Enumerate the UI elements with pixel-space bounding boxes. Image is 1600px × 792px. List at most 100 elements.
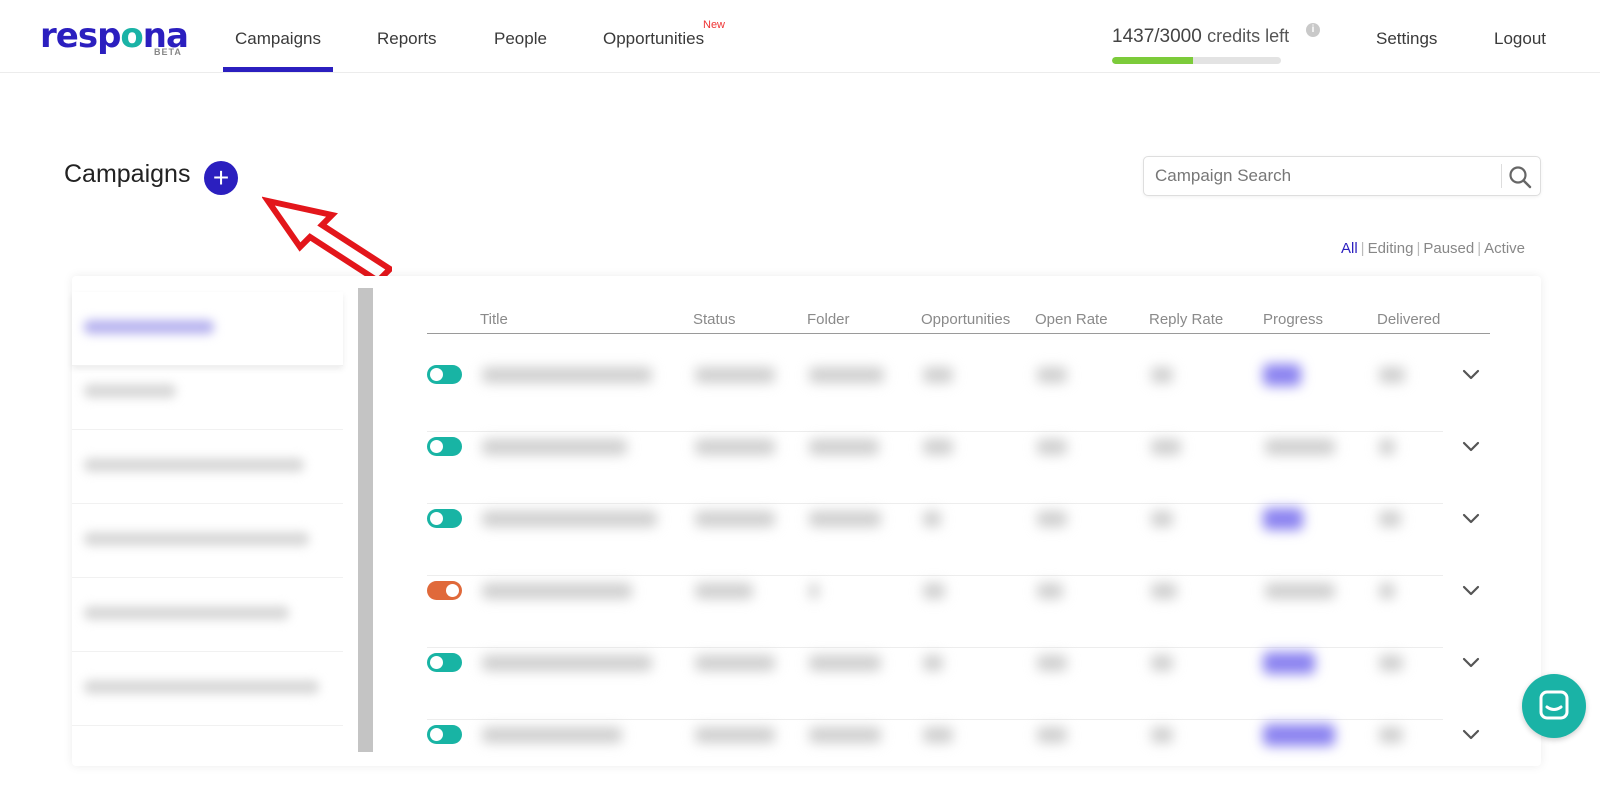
- opportunities-redacted: [923, 439, 953, 455]
- chevron-down-icon[interactable]: [1459, 362, 1483, 386]
- campaign-toggle[interactable]: [427, 581, 462, 600]
- progress-redacted: [1263, 652, 1315, 674]
- reply-rate-redacted: [1151, 511, 1173, 527]
- reply-rate-redacted: [1151, 583, 1177, 599]
- open-rate-redacted: [1037, 439, 1067, 455]
- progress-redacted: [1263, 508, 1303, 530]
- open-rate-redacted: [1037, 367, 1067, 383]
- annotation-arrow-icon: [262, 196, 392, 285]
- opportunities-redacted: [923, 511, 941, 527]
- add-campaign-button[interactable]: +: [204, 161, 238, 195]
- open-rate-redacted: [1037, 583, 1063, 599]
- status-redacted: [695, 727, 775, 743]
- credits-progress-fill: [1112, 57, 1193, 64]
- nav-campaigns[interactable]: Campaigns: [235, 29, 321, 49]
- status-redacted: [695, 511, 775, 527]
- column-header-status[interactable]: Status: [693, 311, 736, 328]
- column-header-delivered[interactable]: Delivered: [1377, 311, 1440, 328]
- folder-item[interactable]: [72, 356, 343, 430]
- reply-rate-redacted: [1151, 367, 1173, 383]
- credits-readout: 1437/3000 credits left: [1112, 26, 1290, 47]
- folder-item[interactable]: [72, 578, 343, 652]
- campaign-toggle[interactable]: [427, 509, 462, 528]
- folder-redacted: [809, 655, 881, 671]
- folder-item[interactable]: [72, 504, 343, 578]
- title-redacted: [482, 439, 627, 455]
- delivered-redacted: [1379, 439, 1395, 455]
- filter-separator: |: [1416, 240, 1421, 257]
- table-row[interactable]: [427, 360, 1490, 432]
- delivered-redacted: [1379, 511, 1401, 527]
- folder-list: [72, 292, 343, 732]
- new-badge: New: [703, 19, 726, 31]
- chevron-down-icon[interactable]: [1459, 434, 1483, 458]
- column-header-progress[interactable]: Progress: [1263, 311, 1323, 328]
- campaign-toggle[interactable]: [427, 365, 462, 384]
- filter-active[interactable]: Active: [1484, 240, 1525, 257]
- column-header-folder[interactable]: Folder: [807, 311, 850, 328]
- toggle-knob: [430, 368, 443, 381]
- title-redacted: [482, 727, 622, 743]
- title-redacted: [482, 511, 657, 527]
- nav-people[interactable]: People: [494, 29, 547, 49]
- status-redacted: [695, 583, 753, 599]
- reply-rate-redacted: [1151, 727, 1173, 743]
- delivered-redacted: [1379, 727, 1403, 743]
- info-icon[interactable]: i: [1306, 23, 1320, 37]
- column-header-opportunities[interactable]: Opportunities: [921, 311, 1010, 328]
- folder-redacted: [809, 511, 881, 527]
- chevron-down-icon[interactable]: [1459, 506, 1483, 530]
- page-title: Campaigns: [64, 160, 191, 188]
- chat-launcher-button[interactable]: [1522, 674, 1586, 738]
- column-header-title[interactable]: Title: [480, 311, 508, 328]
- folder-scrollbar[interactable]: [358, 288, 373, 752]
- table-row[interactable]: [427, 576, 1490, 648]
- delivered-redacted: [1379, 655, 1403, 671]
- folder-redacted: [809, 439, 879, 455]
- title-redacted: [482, 583, 632, 599]
- filter-editing[interactable]: Editing: [1368, 240, 1414, 257]
- filter-paused[interactable]: Paused: [1423, 240, 1474, 257]
- column-header-open-rate[interactable]: Open Rate: [1035, 311, 1108, 328]
- top-navigation-bar: respona BETA Campaigns Reports People Op…: [0, 0, 1600, 73]
- column-header-reply-rate[interactable]: Reply Rate: [1149, 311, 1223, 328]
- table-row[interactable]: [427, 648, 1490, 720]
- table-row[interactable]: [427, 504, 1490, 576]
- toggle-knob: [430, 512, 443, 525]
- campaign-search-input[interactable]: [1144, 157, 1499, 195]
- folder-item[interactable]: [72, 430, 343, 504]
- folder-label-redacted: [84, 680, 319, 694]
- status-filters: All | Editing | Paused | Active: [1341, 240, 1525, 257]
- nav-reports[interactable]: Reports: [377, 29, 437, 49]
- title-redacted: [482, 367, 652, 383]
- nav-opportunities[interactable]: Opportunities: [603, 29, 704, 49]
- table-row[interactable]: [427, 720, 1490, 792]
- delivered-redacted: [1379, 583, 1395, 599]
- search-icon[interactable]: [1507, 164, 1533, 190]
- toggle-knob: [430, 656, 443, 669]
- folder-label-redacted: [84, 606, 289, 620]
- chevron-down-icon[interactable]: [1459, 722, 1483, 746]
- folder-redacted: [809, 367, 884, 383]
- campaign-toggle[interactable]: [427, 725, 462, 744]
- chat-icon: [1539, 690, 1569, 720]
- reply-rate-redacted: [1151, 439, 1181, 455]
- nav-logout[interactable]: Logout: [1494, 29, 1546, 49]
- campaign-toggle[interactable]: [427, 437, 462, 456]
- progress-redacted: [1263, 724, 1335, 746]
- progress-redacted: [1265, 583, 1335, 599]
- open-rate-redacted: [1037, 511, 1067, 527]
- nav-settings[interactable]: Settings: [1376, 29, 1437, 49]
- toggle-knob: [446, 584, 459, 597]
- folder-item[interactable]: [72, 652, 343, 726]
- chevron-down-icon[interactable]: [1459, 578, 1483, 602]
- progress-redacted: [1265, 439, 1335, 455]
- table-row[interactable]: [427, 432, 1490, 504]
- chevron-down-icon[interactable]: [1459, 650, 1483, 674]
- campaign-search: [1143, 156, 1541, 196]
- plus-icon: +: [212, 162, 230, 193]
- campaign-toggle[interactable]: [427, 653, 462, 672]
- folder-item[interactable]: [72, 292, 343, 366]
- filter-all[interactable]: All: [1341, 240, 1358, 257]
- search-divider: [1501, 164, 1502, 188]
